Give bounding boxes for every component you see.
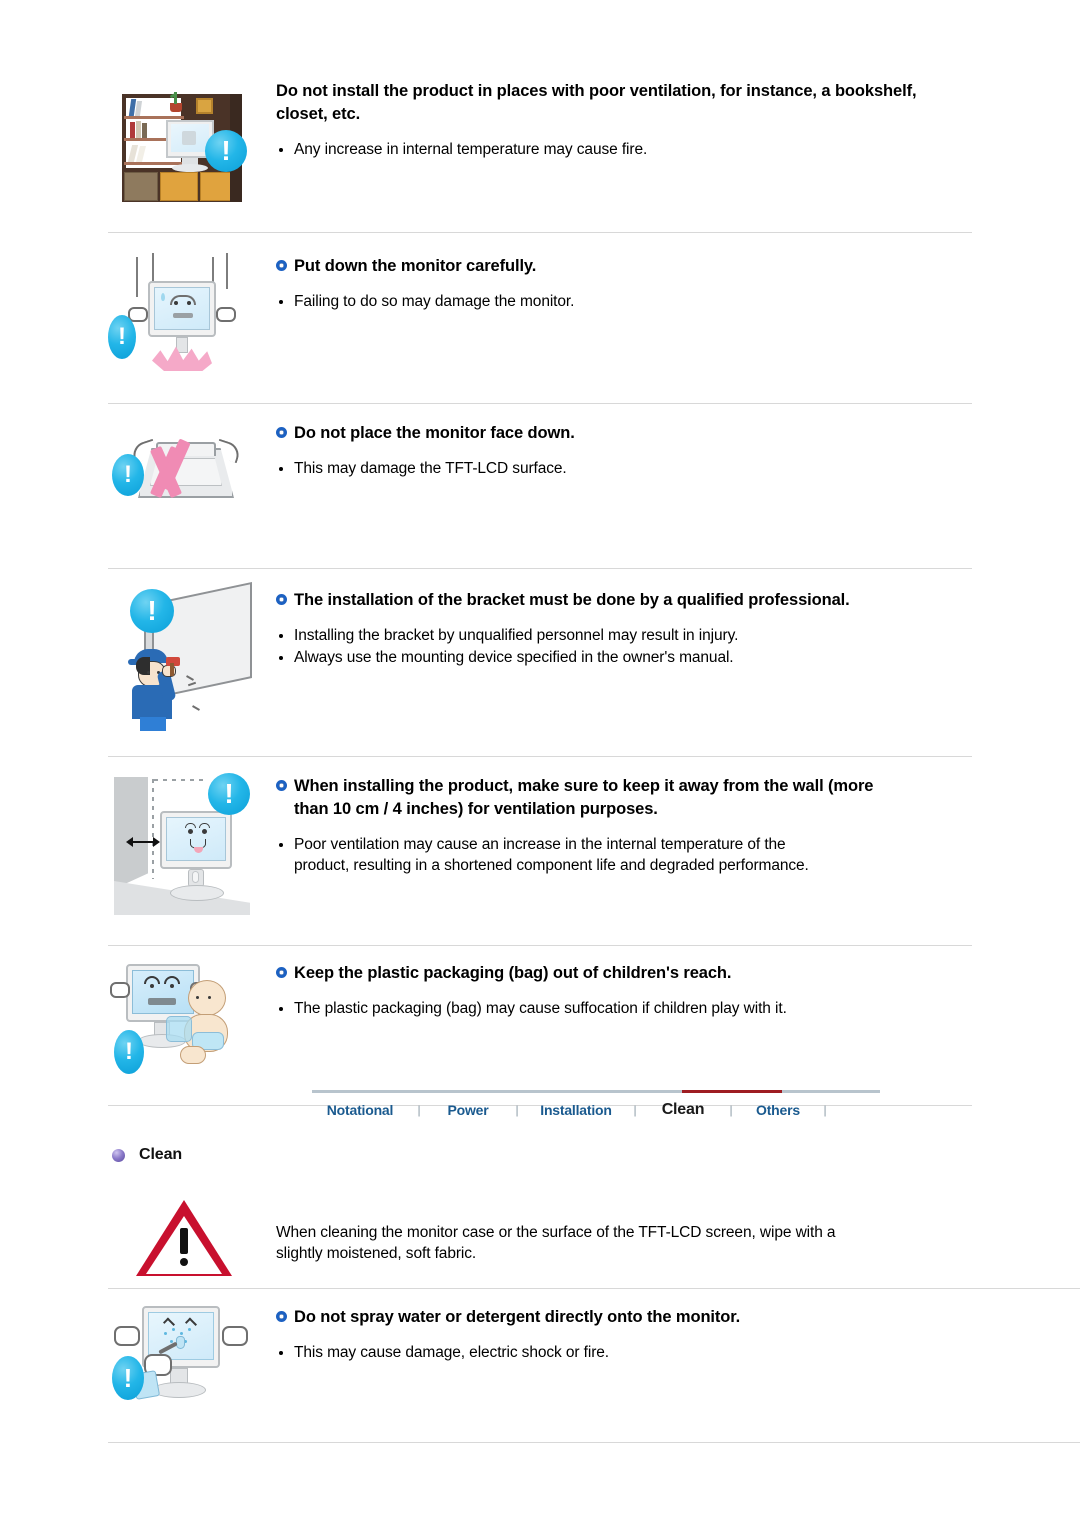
section-title: Clean bbox=[139, 1146, 183, 1163]
active-tab-underline bbox=[682, 1090, 782, 1093]
tab-separator: | bbox=[823, 1103, 827, 1117]
safety-item-ventilation-bookshelf: ! Do not install the product in places w… bbox=[0, 0, 1080, 206]
tabnav-row: Notational | Power | Installation | Clea… bbox=[312, 1093, 880, 1127]
blue-ring-bullet-icon bbox=[276, 427, 287, 438]
safety-heading: Do not install the product in places wit… bbox=[276, 82, 917, 123]
safety-heading: Keep the plastic packaging (bag) out of … bbox=[276, 962, 972, 985]
clean-note-text: When cleaning the monitor case or the su… bbox=[276, 1224, 836, 1263]
tab-separator: | bbox=[417, 1103, 421, 1117]
tabnav-top-rule bbox=[312, 1090, 880, 1093]
illustration-cell: ! bbox=[108, 1302, 276, 1422]
text-cell: Put down the monitor carefully. Failing … bbox=[276, 251, 972, 313]
list-item: The plastic packaging (bag) may cause su… bbox=[276, 998, 806, 1019]
illustration-cell: ! bbox=[108, 76, 276, 206]
exclamation-badge-icon: ! bbox=[208, 773, 250, 815]
safety-heading: The installation of the bracket must be … bbox=[276, 589, 972, 612]
list-item: Failing to do so may damage the monitor. bbox=[276, 291, 972, 312]
safety-bullet-list: Poor ventilation may cause an increase i… bbox=[276, 834, 972, 876]
tab-others[interactable]: Others bbox=[742, 1102, 814, 1118]
text-cell: Keep the plastic packaging (bag) out of … bbox=[276, 958, 972, 1020]
clean-general-note: When cleaning the monitor case or the su… bbox=[0, 1200, 1080, 1280]
list-item: Installing the bracket by unqualified pe… bbox=[276, 625, 972, 646]
list-item: Always use the mounting device specified… bbox=[276, 647, 972, 668]
bookshelf-with-monitor-illustration: ! bbox=[108, 76, 258, 206]
safety-item-bracket-install: ! The installation of the bracket must b… bbox=[0, 569, 1080, 731]
blue-ring-bullet-icon bbox=[276, 594, 287, 605]
safety-item-wall-clearance: ! When installing the product, make sure… bbox=[0, 757, 1080, 921]
exclamation-badge-icon: ! bbox=[112, 1356, 144, 1400]
safety-bullet-list: Failing to do so may damage the monitor. bbox=[276, 291, 972, 312]
blue-ring-bullet-icon bbox=[276, 1311, 287, 1322]
tab-separator: | bbox=[633, 1103, 637, 1117]
text-cell: When installing the product, make sure t… bbox=[276, 771, 972, 877]
technician-wall-bracket-illustration: ! bbox=[108, 581, 258, 731]
illustration-cell: ! bbox=[108, 581, 276, 731]
safety-bullet-list: This may damage the TFT-LCD surface. bbox=[276, 458, 972, 479]
clean-section-header: Clean bbox=[112, 1146, 182, 1164]
spraying-monitor-illustration: ! bbox=[108, 1302, 258, 1422]
section-divider bbox=[108, 1288, 1080, 1289]
tab-clean[interactable]: Clean bbox=[646, 1101, 720, 1119]
monitor-dropping-illustration: ! bbox=[108, 251, 258, 381]
list-item: This may cause damage, electric shock or… bbox=[276, 1342, 972, 1363]
exclamation-badge-icon: ! bbox=[130, 589, 174, 633]
red-triangle-warning-illustration bbox=[136, 1200, 232, 1280]
safety-bullet-list: The plastic packaging (bag) may cause su… bbox=[276, 998, 972, 1019]
exclamation-badge-icon: ! bbox=[112, 454, 144, 496]
clean-item-no-spray: ! Do not spray water or detergent direct… bbox=[0, 1302, 1080, 1422]
exclamation-badge-icon: ! bbox=[205, 130, 247, 172]
monitor-away-from-wall-illustration: ! bbox=[108, 771, 258, 921]
safety-item-face-down: ! Do not place the monitor face down. Th… bbox=[0, 404, 1080, 538]
purple-sphere-icon bbox=[112, 1148, 125, 1162]
safety-heading: When installing the product, make sure t… bbox=[276, 775, 972, 821]
list-item: Poor ventilation may cause an increase i… bbox=[276, 834, 816, 876]
section-divider bbox=[108, 1442, 1080, 1443]
text-cell: Do not install the product in places wit… bbox=[276, 76, 972, 161]
exclamation-badge-icon: ! bbox=[114, 1030, 144, 1074]
safety-item-plastic-bag: ! Keep the plastic packaging (bag) out o… bbox=[0, 946, 1080, 1083]
tab-power[interactable]: Power bbox=[430, 1102, 506, 1118]
safety-item-put-down-carefully: ! Put down the monitor carefully. Failin… bbox=[0, 233, 1080, 381]
exclamation-badge-icon: ! bbox=[108, 315, 136, 359]
tab-separator: | bbox=[729, 1103, 733, 1117]
illustration-cell: ! bbox=[108, 418, 276, 538]
blue-ring-bullet-icon bbox=[276, 260, 287, 271]
text-cell: Do not place the monitor face down. This… bbox=[276, 418, 972, 480]
safety-bullet-list: Installing the bracket by unqualified pe… bbox=[276, 625, 972, 668]
text-cell: Do not spray water or detergent directly… bbox=[276, 1302, 972, 1364]
list-item: This may damage the TFT-LCD surface. bbox=[276, 458, 972, 479]
list-item: Any increase in internal temperature may… bbox=[276, 139, 972, 160]
tab-notational[interactable]: Notational bbox=[312, 1102, 408, 1118]
monitor-face-down-illustration: ! bbox=[108, 418, 258, 538]
safety-heading: Do not spray water or detergent directly… bbox=[276, 1306, 972, 1329]
text-cell: The installation of the bracket must be … bbox=[276, 585, 972, 669]
tab-installation[interactable]: Installation bbox=[528, 1102, 624, 1118]
safety-heading: Do not place the monitor face down. bbox=[276, 422, 972, 445]
tab-separator: | bbox=[515, 1103, 519, 1117]
baby-with-plastic-bag-illustration: ! bbox=[108, 958, 258, 1083]
illustration-cell: ! bbox=[108, 771, 276, 921]
safety-instructions-page: ! Do not install the product in places w… bbox=[0, 0, 1080, 1528]
safety-bullet-list: This may cause damage, electric shock or… bbox=[276, 1342, 972, 1363]
safety-bullet-list: Any increase in internal temperature may… bbox=[276, 139, 972, 160]
tab-navigation: Notational | Power | Installation | Clea… bbox=[312, 1090, 880, 1127]
illustration-cell: ! bbox=[108, 958, 276, 1083]
illustration-cell bbox=[108, 1200, 276, 1280]
safety-heading: Put down the monitor carefully. bbox=[276, 255, 972, 278]
text-cell: When cleaning the monitor case or the su… bbox=[276, 1200, 972, 1265]
illustration-cell: ! bbox=[108, 251, 276, 381]
blue-ring-bullet-icon bbox=[276, 780, 287, 791]
blue-ring-bullet-icon bbox=[276, 967, 287, 978]
